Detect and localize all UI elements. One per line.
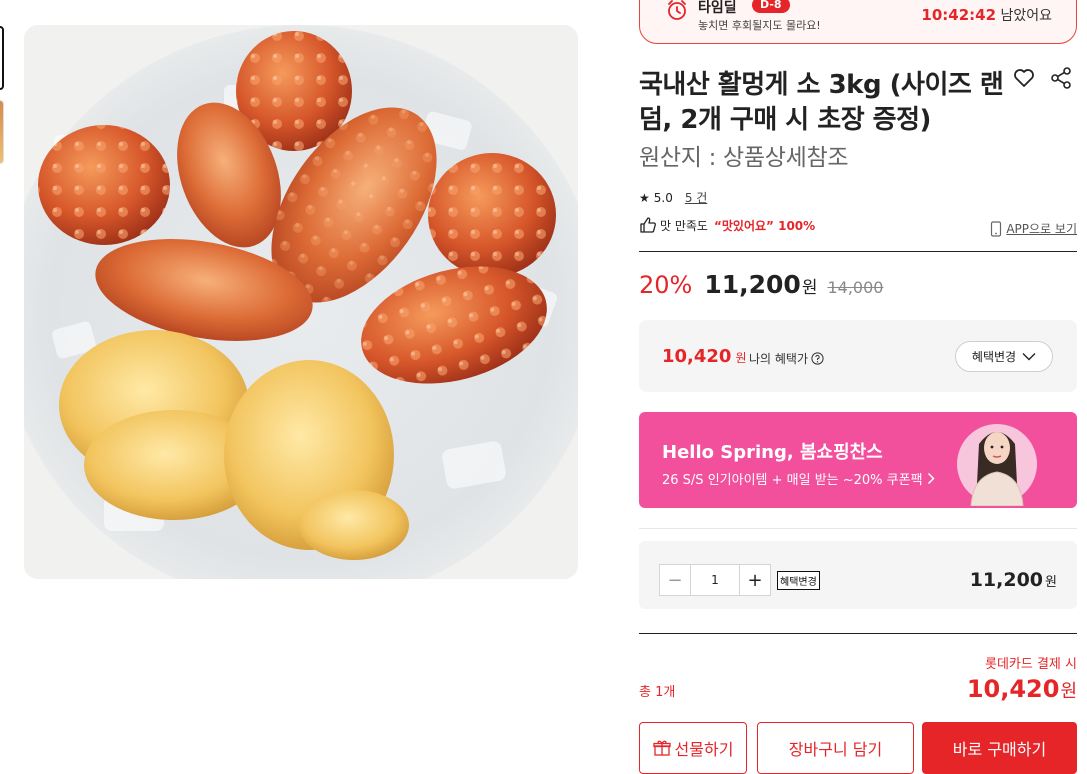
timedeal-subtitle: 놓치면 후회될지도 몰라요! — [698, 19, 821, 32]
benefit-price: 10,420 원 — [662, 346, 747, 367]
original-price: 14,000 — [827, 278, 884, 297]
thumbnail-2[interactable] — [0, 100, 4, 164]
timedeal-timer: 10:42:42 남았어요 — [921, 5, 1052, 25]
banner-subtitle: 26 S/S 인기아이템 + 매일 받는 ~20% 쿠폰팩 — [662, 469, 935, 488]
alarm-clock-icon — [668, 0, 686, 20]
timer-value: 10:42:42 — [921, 6, 997, 24]
satisfaction-label: 맛 만족도 — [660, 218, 708, 233]
rating: ★ 5.0 5 건 — [639, 189, 707, 206]
product-image — [24, 25, 578, 579]
star-icon: ★ — [639, 190, 650, 205]
share-icon[interactable] — [1050, 66, 1072, 90]
benefit-change-button[interactable]: 혜택변경 — [955, 341, 1053, 372]
benefit-label: 나의 혜택가 — [749, 350, 824, 367]
promo-banner[interactable]: Hello Spring, 봄쇼핑찬스 26 S/S 인기아이템 + 매일 받는… — [639, 412, 1077, 508]
benefit-change-label: 혜택변경 — [971, 350, 1017, 364]
option-price-value: 11,200 — [969, 569, 1044, 591]
review-count-link[interactable]: 5 건 — [685, 189, 708, 206]
taste-satisfaction: 맛 만족도 “맛있어요” 100% — [639, 216, 815, 234]
gift-button[interactable]: 선물하기 — [639, 722, 747, 774]
chevron-down-icon — [1022, 353, 1036, 361]
option-price-unit: 원 — [1045, 575, 1057, 590]
option-price: 11,200 원 — [970, 569, 1057, 591]
my-benefit-box: 10,420 원 나의 혜택가 혜택변경 — [639, 320, 1077, 392]
divider — [639, 528, 1077, 529]
total-count: 총 1개 — [639, 685, 676, 700]
benefit-label-text: 나의 혜택가 — [749, 352, 809, 366]
add-to-cart-button[interactable]: 장바구니 담기 — [757, 722, 914, 774]
quantity-stepper: − 1 + — [659, 564, 771, 596]
benefit-price-value: 10,420 — [662, 346, 732, 367]
rating-score: 5.0 — [653, 190, 673, 205]
total-price-unit: 원 — [1060, 681, 1077, 702]
banner-title: Hello Spring, 봄쇼핑찬스 — [662, 442, 883, 463]
timedeal-title: 타임딜 — [698, 0, 737, 16]
banner-subtitle-text: 26 S/S 인기아이템 + 매일 받는 ~20% 쿠폰팩 — [662, 473, 923, 488]
divider — [639, 633, 1077, 634]
thumbnail-1[interactable] — [0, 26, 4, 90]
divider — [639, 251, 1077, 252]
thumbs-up-icon — [640, 217, 656, 233]
satisfaction-value: “맛있어요” 100% — [713, 218, 816, 233]
app-view-label: APP으로 보기 — [1006, 222, 1077, 236]
model-avatar — [957, 424, 1037, 506]
gift-button-label: 선물하기 — [674, 740, 734, 759]
buy-now-button[interactable]: 바로 구매하기 — [922, 722, 1077, 774]
app-view-link[interactable]: APP으로 보기 — [990, 220, 1077, 237]
timedeal-badge: D-8 — [752, 0, 790, 13]
sale-price: 11,200 — [704, 270, 801, 299]
timer-suffix: 남았어요 — [1000, 8, 1052, 24]
total-price-value: 10,420 — [966, 675, 1060, 703]
gift-icon — [652, 740, 671, 756]
heart-icon[interactable] — [1012, 66, 1036, 90]
product-origin: 원산지 : 상품상세참조 — [639, 145, 849, 171]
quantity-plus-button[interactable]: + — [740, 565, 770, 595]
timedeal-banner: 타임딜 D-8 놓치면 후회될지도 몰라요! 10:42:42 남았어요 — [639, 0, 1077, 44]
quantity-minus-button[interactable]: − — [660, 565, 690, 595]
card-payment-label: 롯데카드 결제 시 — [985, 657, 1077, 672]
discount-rate: 20% — [639, 271, 693, 299]
total-price: 10,420원 — [967, 675, 1077, 703]
price-unit: 원 — [801, 278, 818, 298]
price-row: 20% 11,200 원 14,000 — [639, 270, 883, 299]
product-title: 국내산 활멍게 소 3kg (사이즈 랜덤, 2개 구매 시 초장 증정) — [639, 70, 1004, 135]
chevron-right-icon — [927, 472, 935, 485]
question-circle-icon[interactable] — [811, 352, 824, 365]
benefit-price-unit: 원 — [735, 351, 747, 365]
option-benefit-change-button[interactable]: 혜택변경 — [777, 571, 820, 590]
mobile-phone-icon — [991, 220, 1002, 237]
quantity-input[interactable]: 1 — [690, 565, 740, 595]
option-box: − 1 + 혜택변경 11,200 원 — [639, 541, 1077, 609]
